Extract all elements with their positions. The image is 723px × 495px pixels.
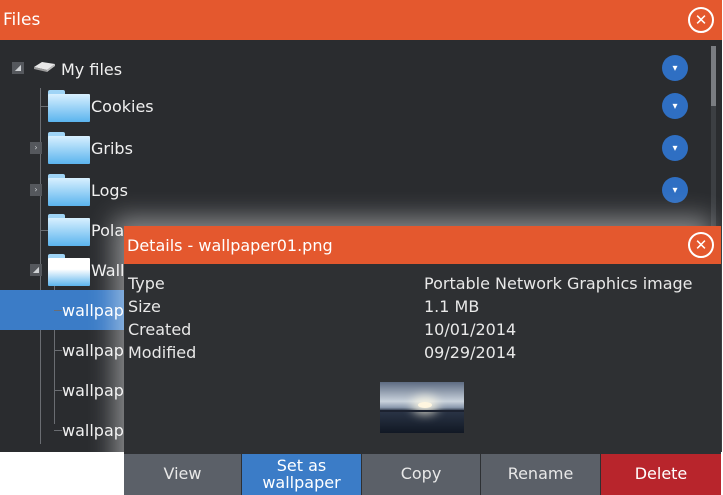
row-menu-button[interactable]: ▾ xyxy=(662,177,688,203)
chevron-down-icon: ▾ xyxy=(672,142,678,154)
set-as-wallpaper-button[interactable]: Set as wallpaper xyxy=(242,454,362,495)
property-label-modified: Modified xyxy=(128,343,197,362)
tree-line-branch xyxy=(54,430,62,431)
details-action-bar: View Set as wallpaper Copy Rename Delete xyxy=(124,454,721,495)
property-value-size: 1.1 MB xyxy=(424,297,480,316)
files-title-bar: Files ✕ xyxy=(0,0,722,40)
close-icon: ✕ xyxy=(694,235,708,254)
tree-row-folder[interactable]: › Gribs ▾ xyxy=(0,128,700,168)
chevron-down-icon: ▾ xyxy=(672,62,678,74)
files-title: Files xyxy=(3,10,41,30)
tree-label: wallpap xyxy=(62,301,124,320)
tree-label: Wall xyxy=(91,261,125,280)
tree-line-branch xyxy=(40,106,48,107)
tree-line-branch xyxy=(54,350,62,351)
folder-icon xyxy=(48,214,90,246)
tree-line-branch xyxy=(40,230,48,231)
files-close-button[interactable]: ✕ xyxy=(688,7,714,33)
row-menu-button[interactable]: ▾ xyxy=(662,135,688,161)
property-label-size: Size xyxy=(128,297,161,316)
drive-icon xyxy=(34,62,55,72)
property-label-created: Created xyxy=(128,320,192,339)
tree-label: Gribs xyxy=(91,139,133,158)
tree-label: wallpap xyxy=(62,341,124,360)
collapse-icon[interactable]: ◢ xyxy=(12,62,24,74)
close-icon: ✕ xyxy=(694,10,708,29)
expand-icon[interactable]: › xyxy=(30,142,42,154)
view-button[interactable]: View xyxy=(124,454,242,495)
rename-button[interactable]: Rename xyxy=(481,454,601,495)
tree-label: Cookies xyxy=(91,97,154,116)
details-title: Details - wallpaper01.png xyxy=(127,235,333,255)
tree-line-branch xyxy=(54,310,62,311)
folder-icon xyxy=(48,174,90,206)
tree-line-branch xyxy=(54,390,62,391)
expand-icon[interactable]: › xyxy=(30,184,42,196)
folder-icon xyxy=(48,132,90,164)
chevron-down-icon: ▾ xyxy=(672,100,678,112)
tree-label: Pola xyxy=(91,221,125,240)
delete-button[interactable]: Delete xyxy=(601,454,721,495)
details-title-bar: Details - wallpaper01.png ✕ xyxy=(124,226,721,264)
folder-icon xyxy=(48,90,90,122)
collapse-icon[interactable]: ◢ xyxy=(30,264,42,276)
tree-row-my-files[interactable]: ◢ My files ▾ xyxy=(0,48,700,88)
details-dialog: Details - wallpaper01.png ✕ Type Portabl… xyxy=(124,226,721,495)
tree-row-folder[interactable]: Cookies ▾ xyxy=(0,86,700,126)
row-menu-button[interactable]: ▾ xyxy=(662,55,688,81)
tree-label: wallpap xyxy=(62,381,124,400)
property-value-created: 10/01/2014 xyxy=(424,320,517,339)
scrollbar-thumb[interactable] xyxy=(711,46,716,106)
chevron-down-icon: ▾ xyxy=(672,184,678,196)
property-label-type: Type xyxy=(128,274,165,293)
property-value-type: Portable Network Graphics image xyxy=(424,274,693,293)
property-value-modified: 09/29/2014 xyxy=(424,343,517,362)
tree-label-my-files: My files xyxy=(61,60,123,79)
tree-label: Logs xyxy=(91,181,128,200)
tree-row-folder[interactable]: › Logs ▾ xyxy=(0,170,700,210)
folder-open-icon xyxy=(48,254,90,286)
image-preview-thumbnail xyxy=(380,382,464,433)
tree-label: wallpap xyxy=(62,421,124,440)
copy-button[interactable]: Copy xyxy=(362,454,481,495)
row-menu-button[interactable]: ▾ xyxy=(662,93,688,119)
details-close-button[interactable]: ✕ xyxy=(688,232,714,258)
